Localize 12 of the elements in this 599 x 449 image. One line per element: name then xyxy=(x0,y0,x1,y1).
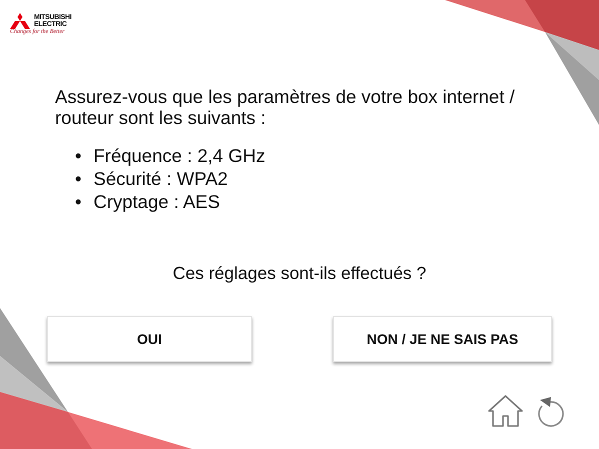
bullet: • xyxy=(75,167,82,190)
bullet: • xyxy=(75,190,82,213)
logo-icon xyxy=(10,13,30,29)
question-text: Ces réglages sont-ils effectués ? xyxy=(172,263,426,283)
setting-item: Cryptage : AES xyxy=(93,190,220,213)
setting-item: Fréquence : 2,4 GHz xyxy=(93,144,266,167)
home-icon[interactable] xyxy=(487,394,524,428)
instruction-text: Assurez-vous que les paramètres de votre box internet / routeur sont les suivants : xyxy=(55,86,516,128)
setting-item: Sécurité : WPA2 xyxy=(93,167,228,190)
bullet: • xyxy=(75,144,82,167)
no-button[interactable]: NON / JE NE SAIS PAS xyxy=(333,316,552,362)
yes-button[interactable]: OUI xyxy=(47,316,252,362)
